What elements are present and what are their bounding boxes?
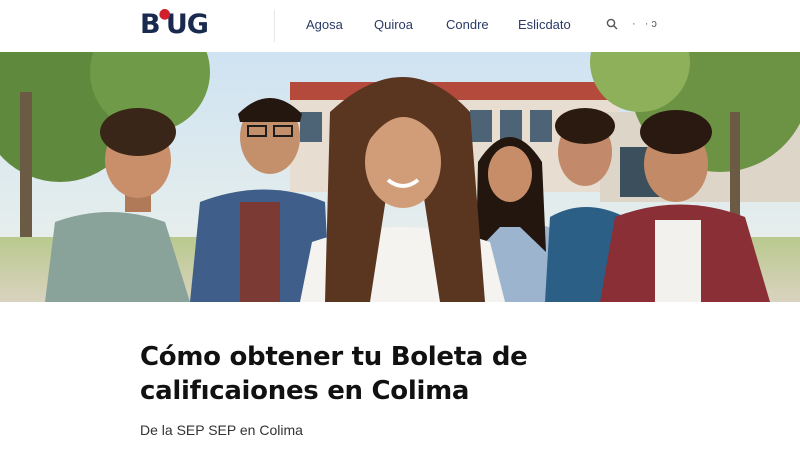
nav-link-condre[interactable]: Condre [446,17,489,32]
header-divider [274,10,275,42]
article-title: Cómo obtener tu Boleta de califıcaiones … [140,342,528,406]
logo-rest: UG [165,8,209,40]
logo-b: B [140,8,161,40]
nav-link-eslicdato[interactable]: Eslicdato [518,17,571,32]
article-subtitle: De la SEP SEP en Colima [140,422,303,438]
site-header: B ● UG Agosa Quiroa Condre Eslicdato · ·ɔ [0,0,800,52]
site-logo[interactable]: B ● UG [140,6,209,40]
logo-accent-dot: ● [158,6,171,22]
header-utilities: · ·ɔ [606,18,660,30]
hero-illustration [0,52,800,302]
hero-photo [0,52,800,302]
search-icon[interactable] [606,18,618,30]
nav-link-quiroa[interactable]: Quiroa [374,17,413,32]
utility-glyphs[interactable]: · ·ɔ [632,18,660,30]
nav-link-agosa[interactable]: Agosa [306,17,343,32]
